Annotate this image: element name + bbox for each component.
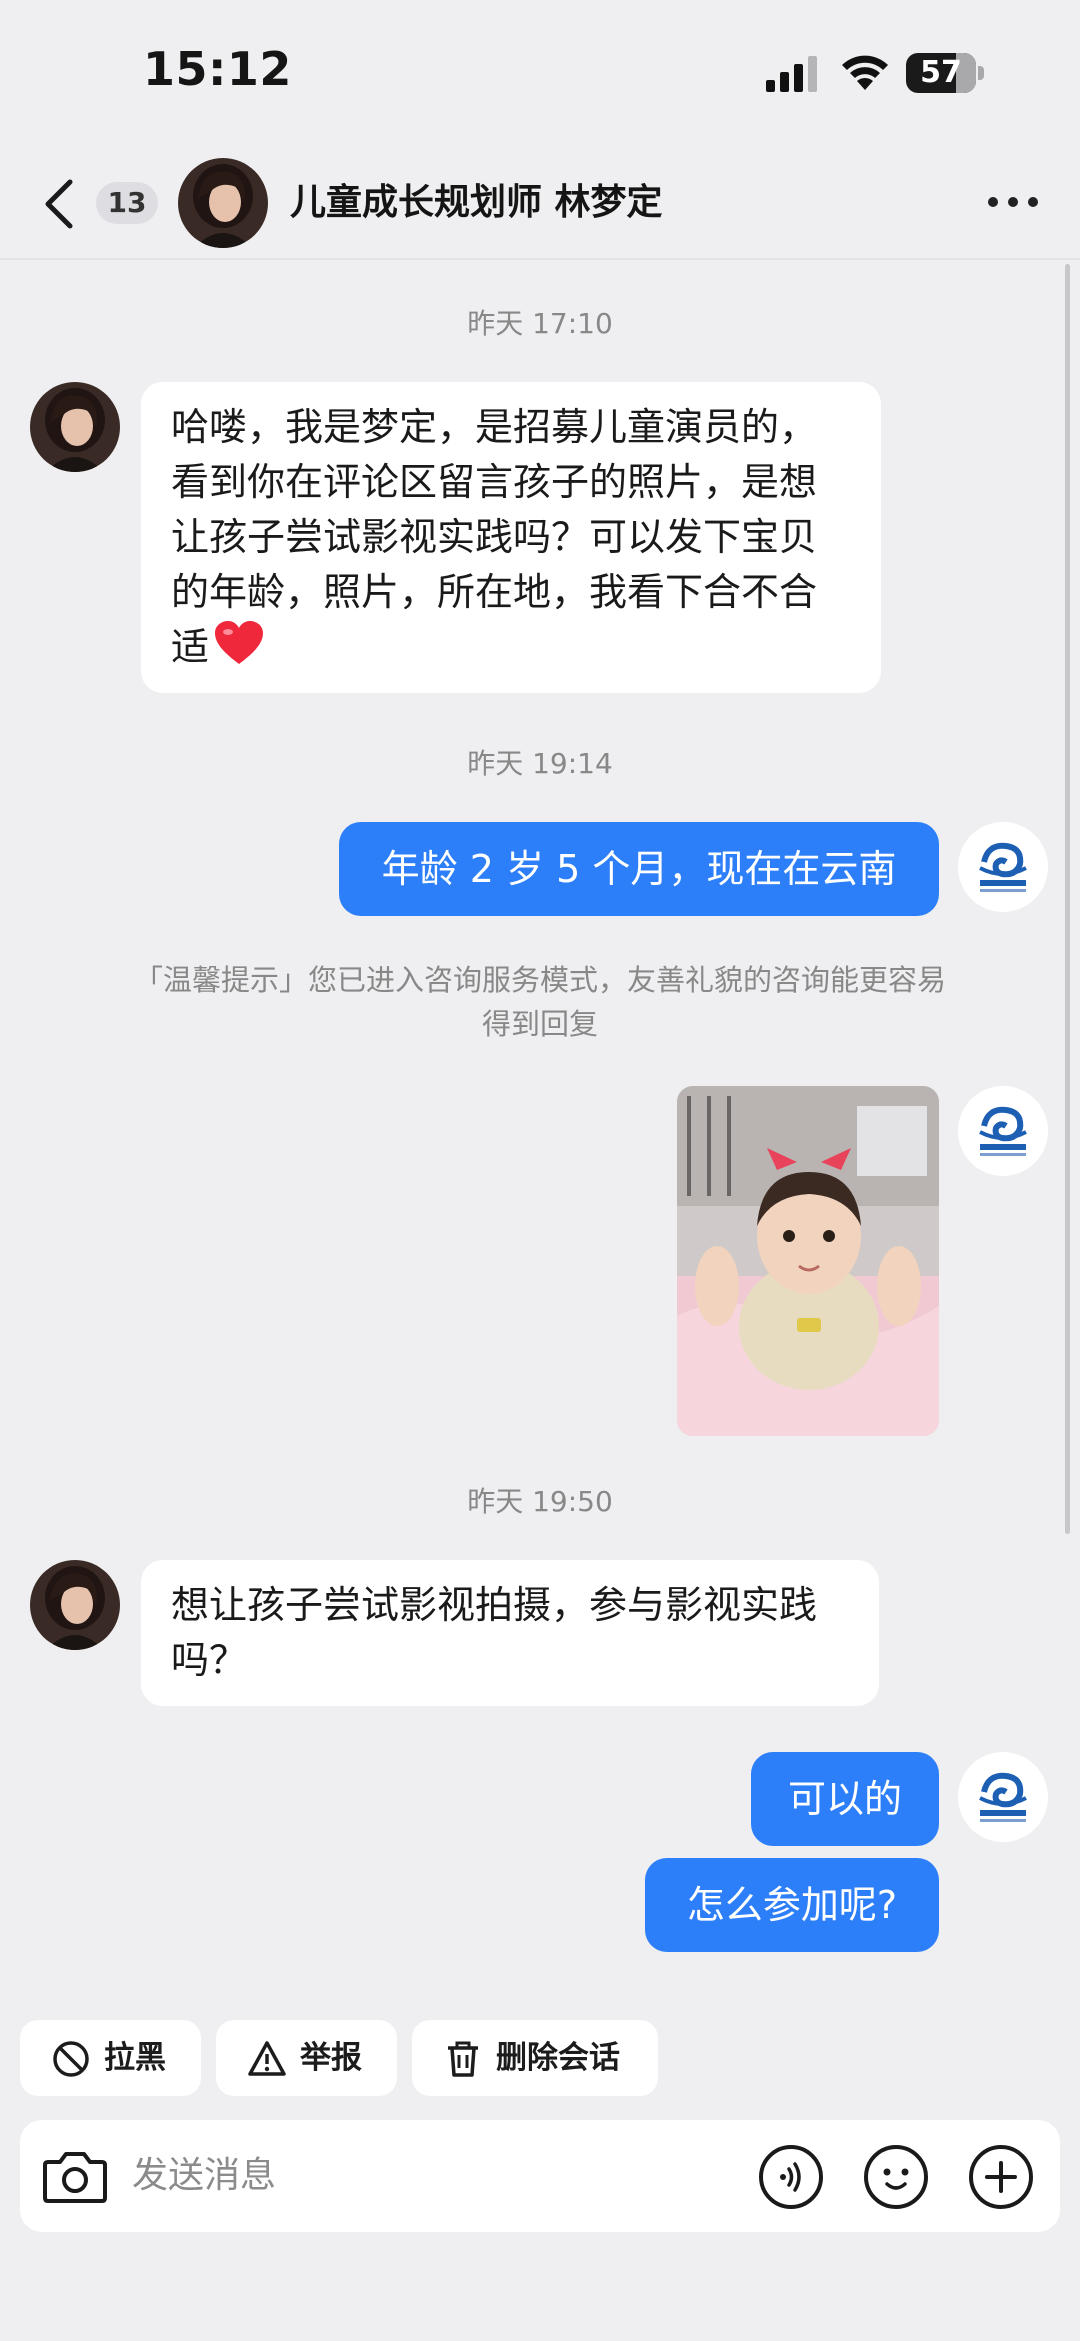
report-button[interactable]: 举报 [216,2020,397,2096]
voice-icon[interactable] [758,2144,824,2210]
delete-conversation-button[interactable]: 删除会话 [412,2020,658,2096]
message-text: 哈喽，我是梦定，是招募儿童演员的，看到你在评论区留言孩子的照片，是想让孩子尝试影… [171,405,818,669]
block-button[interactable]: 拉黑 [20,2020,201,2096]
scrollbar[interactable] [1065,264,1070,1534]
message-composer[interactable]: 发送消息 [20,2120,1060,2232]
outgoing-message[interactable]: 可以的 [751,1752,939,1846]
shared-photo[interactable] [677,1086,939,1436]
add-plus-icon[interactable] [968,2144,1034,2210]
incoming-message[interactable]: 哈喽，我是梦定，是招募儿童演员的，看到你在评论区留言孩子的照片，是想让孩子尝试影… [141,382,881,693]
wifi-icon [842,55,888,90]
warning-icon [248,2041,286,2076]
trash-icon [448,2041,478,2077]
report-label: 举报 [300,2040,362,2076]
outgoing-message[interactable]: 年龄 2 岁 5 个月，现在在云南 [339,822,939,916]
heart-emoji-icon [215,621,264,664]
contact-avatar[interactable] [30,382,120,472]
contact-avatar[interactable] [178,158,268,248]
battery-level: 57 [920,55,962,90]
unread-count-badge[interactable]: 13 [96,182,158,224]
contact-name[interactable]: 儿童成长规划师 林梦定 [290,180,663,226]
emoji-icon[interactable] [863,2144,929,2210]
more-options-icon[interactable] [988,194,1040,210]
header-divider [0,258,1080,260]
self-avatar[interactable] [958,1086,1048,1176]
message-input[interactable]: 发送消息 [132,2120,276,2232]
contact-avatar[interactable] [30,1560,120,1650]
self-avatar[interactable] [958,822,1048,912]
battery-icon: 57 [906,53,984,93]
camera-icon[interactable] [42,2144,108,2208]
cellular-signal-icon [766,56,817,92]
self-avatar[interactable] [958,1752,1048,1842]
timestamp: 昨天 19:14 [467,747,613,780]
block-label: 拉黑 [104,2040,166,2076]
system-tip: 「温馨提示」您已进入咨询服务模式，友善礼貌的咨询能更容易得到回复 [133,963,946,1041]
timestamp: 昨天 19:50 [467,1485,613,1518]
delete-label: 删除会话 [496,2040,620,2076]
back-arrow-icon[interactable] [42,178,76,230]
outgoing-message[interactable]: 怎么参加呢? [645,1858,939,1952]
block-icon [53,2041,89,2077]
incoming-message[interactable]: 想让孩子尝试影视拍摄，参与影视实践吗？ [141,1560,879,1706]
timestamp: 昨天 17:10 [467,307,613,340]
status-time: 15:12 [143,42,292,96]
